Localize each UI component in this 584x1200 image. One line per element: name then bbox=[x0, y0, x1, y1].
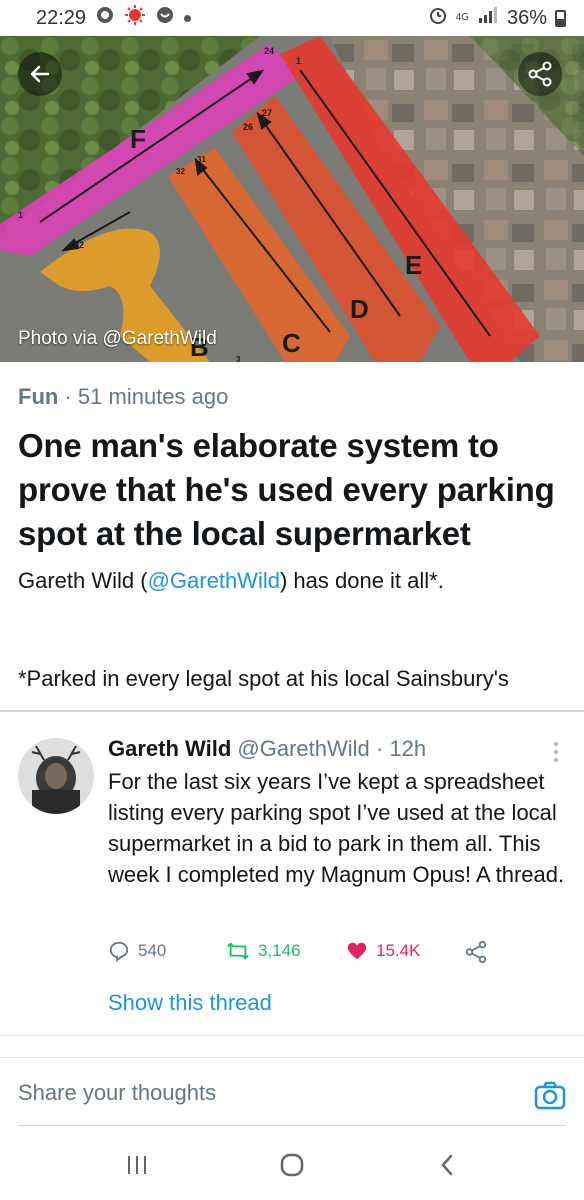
lane-label-c: C bbox=[282, 328, 301, 358]
retweet-icon bbox=[227, 942, 249, 960]
tweet-header: Gareth Wild @GarethWild · 12h bbox=[108, 736, 426, 762]
back-button[interactable] bbox=[18, 52, 62, 96]
home-icon bbox=[280, 1153, 304, 1177]
photo-credit: Photo via @GarethWild bbox=[18, 328, 217, 349]
camera-button[interactable] bbox=[534, 1080, 566, 1110]
tweet-author-name[interactable]: Gareth Wild bbox=[108, 736, 231, 761]
meta-separator: · bbox=[64, 384, 72, 409]
like-count: 15.4K bbox=[376, 941, 421, 960]
spot-number: 3 bbox=[236, 355, 241, 362]
lane-label-d: D bbox=[350, 294, 369, 324]
retweet-count: 3,146 bbox=[258, 941, 301, 960]
app-notification-icon bbox=[156, 6, 174, 30]
more-options-icon[interactable] bbox=[554, 742, 560, 766]
signal-icon bbox=[477, 6, 499, 30]
tweet-time: 12h bbox=[389, 736, 427, 761]
category-label[interactable]: Fun bbox=[18, 384, 58, 409]
status-time: 22:29 bbox=[36, 6, 87, 29]
recent-apps-icon bbox=[128, 1156, 147, 1174]
status-bar: 22:29 4G 36% bbox=[0, 0, 584, 36]
tweet-actions: 540 3,146 15.4K bbox=[108, 940, 568, 970]
article-footnote: *Parked in every legal spot at his local… bbox=[18, 666, 509, 691]
avatar-image bbox=[18, 738, 94, 814]
hero-image[interactable]: F E D C B 24 1 27 26 31 32 1 32 3 Photo … bbox=[0, 36, 584, 362]
author-handle-link[interactable]: @GarethWild bbox=[148, 568, 280, 593]
reply-button[interactable]: 540 bbox=[108, 940, 166, 962]
composer-underline bbox=[18, 1125, 566, 1126]
section-gap bbox=[0, 1036, 584, 1058]
spot-number: 26 bbox=[243, 122, 253, 132]
network-type: 4G bbox=[455, 12, 469, 23]
share-icon bbox=[528, 61, 552, 87]
spot-number: 32 bbox=[176, 167, 185, 176]
more-notifications-icon bbox=[184, 14, 192, 22]
spot-number: 27 bbox=[262, 108, 272, 118]
share-button[interactable] bbox=[518, 52, 562, 96]
back-arrow-icon bbox=[30, 65, 50, 83]
reply-count: 540 bbox=[138, 941, 167, 960]
system-nav-bar bbox=[0, 1130, 584, 1200]
desc-suffix: ) has done it all*. bbox=[279, 568, 444, 593]
tweet-text: For the last six years I’ve kept a sprea… bbox=[108, 769, 565, 887]
comment-composer bbox=[0, 1060, 584, 1126]
spot-number: 24 bbox=[264, 46, 274, 56]
retweet-button[interactable]: 3,146 bbox=[226, 940, 301, 962]
system-back-button[interactable] bbox=[427, 1145, 467, 1185]
share-icon bbox=[465, 940, 487, 964]
article-headline: One man's elaborate system to prove that… bbox=[18, 427, 555, 552]
embedded-tweet[interactable]: Gareth Wild @GarethWild · 12h For the la… bbox=[0, 712, 584, 1036]
battery-icon bbox=[555, 9, 566, 27]
avatar[interactable] bbox=[18, 738, 94, 814]
tweet-author-handle[interactable]: @GarethWild bbox=[237, 736, 369, 761]
spot-number: 1 bbox=[18, 210, 23, 220]
show-thread-link[interactable]: Show this thread bbox=[108, 990, 272, 1016]
parking-map-illustration: F E D C B 24 1 27 26 31 32 1 32 3 bbox=[0, 36, 584, 362]
spot-number: 31 bbox=[197, 155, 206, 164]
comment-input[interactable] bbox=[18, 1080, 498, 1106]
home-button[interactable] bbox=[272, 1145, 312, 1185]
heart-icon bbox=[347, 942, 367, 960]
tweet-share-button[interactable] bbox=[464, 940, 488, 964]
recent-apps-button[interactable] bbox=[117, 1145, 157, 1185]
article-description: Gareth Wild (@GarethWild) has done it al… bbox=[18, 566, 574, 596]
tweet-separator: · bbox=[375, 736, 384, 761]
spot-number: 32 bbox=[74, 240, 84, 250]
alarm-icon bbox=[428, 5, 448, 31]
camera-icon bbox=[534, 1081, 566, 1110]
like-button[interactable]: 15.4K bbox=[346, 940, 420, 962]
record-icon bbox=[96, 6, 114, 30]
desc-prefix: Gareth Wild ( bbox=[18, 568, 148, 593]
notification-red-icon bbox=[124, 4, 146, 32]
spot-number: 1 bbox=[296, 56, 301, 66]
battery-percent: 36% bbox=[506, 6, 547, 29]
article-time: 51 minutes ago bbox=[77, 384, 229, 409]
chevron-left-icon bbox=[440, 1154, 452, 1176]
reply-icon bbox=[109, 941, 129, 962]
lane-label-e: E bbox=[405, 250, 422, 280]
article-meta: Fun · 51 minutes ago bbox=[18, 384, 228, 410]
lane-label-f: F bbox=[130, 124, 146, 154]
